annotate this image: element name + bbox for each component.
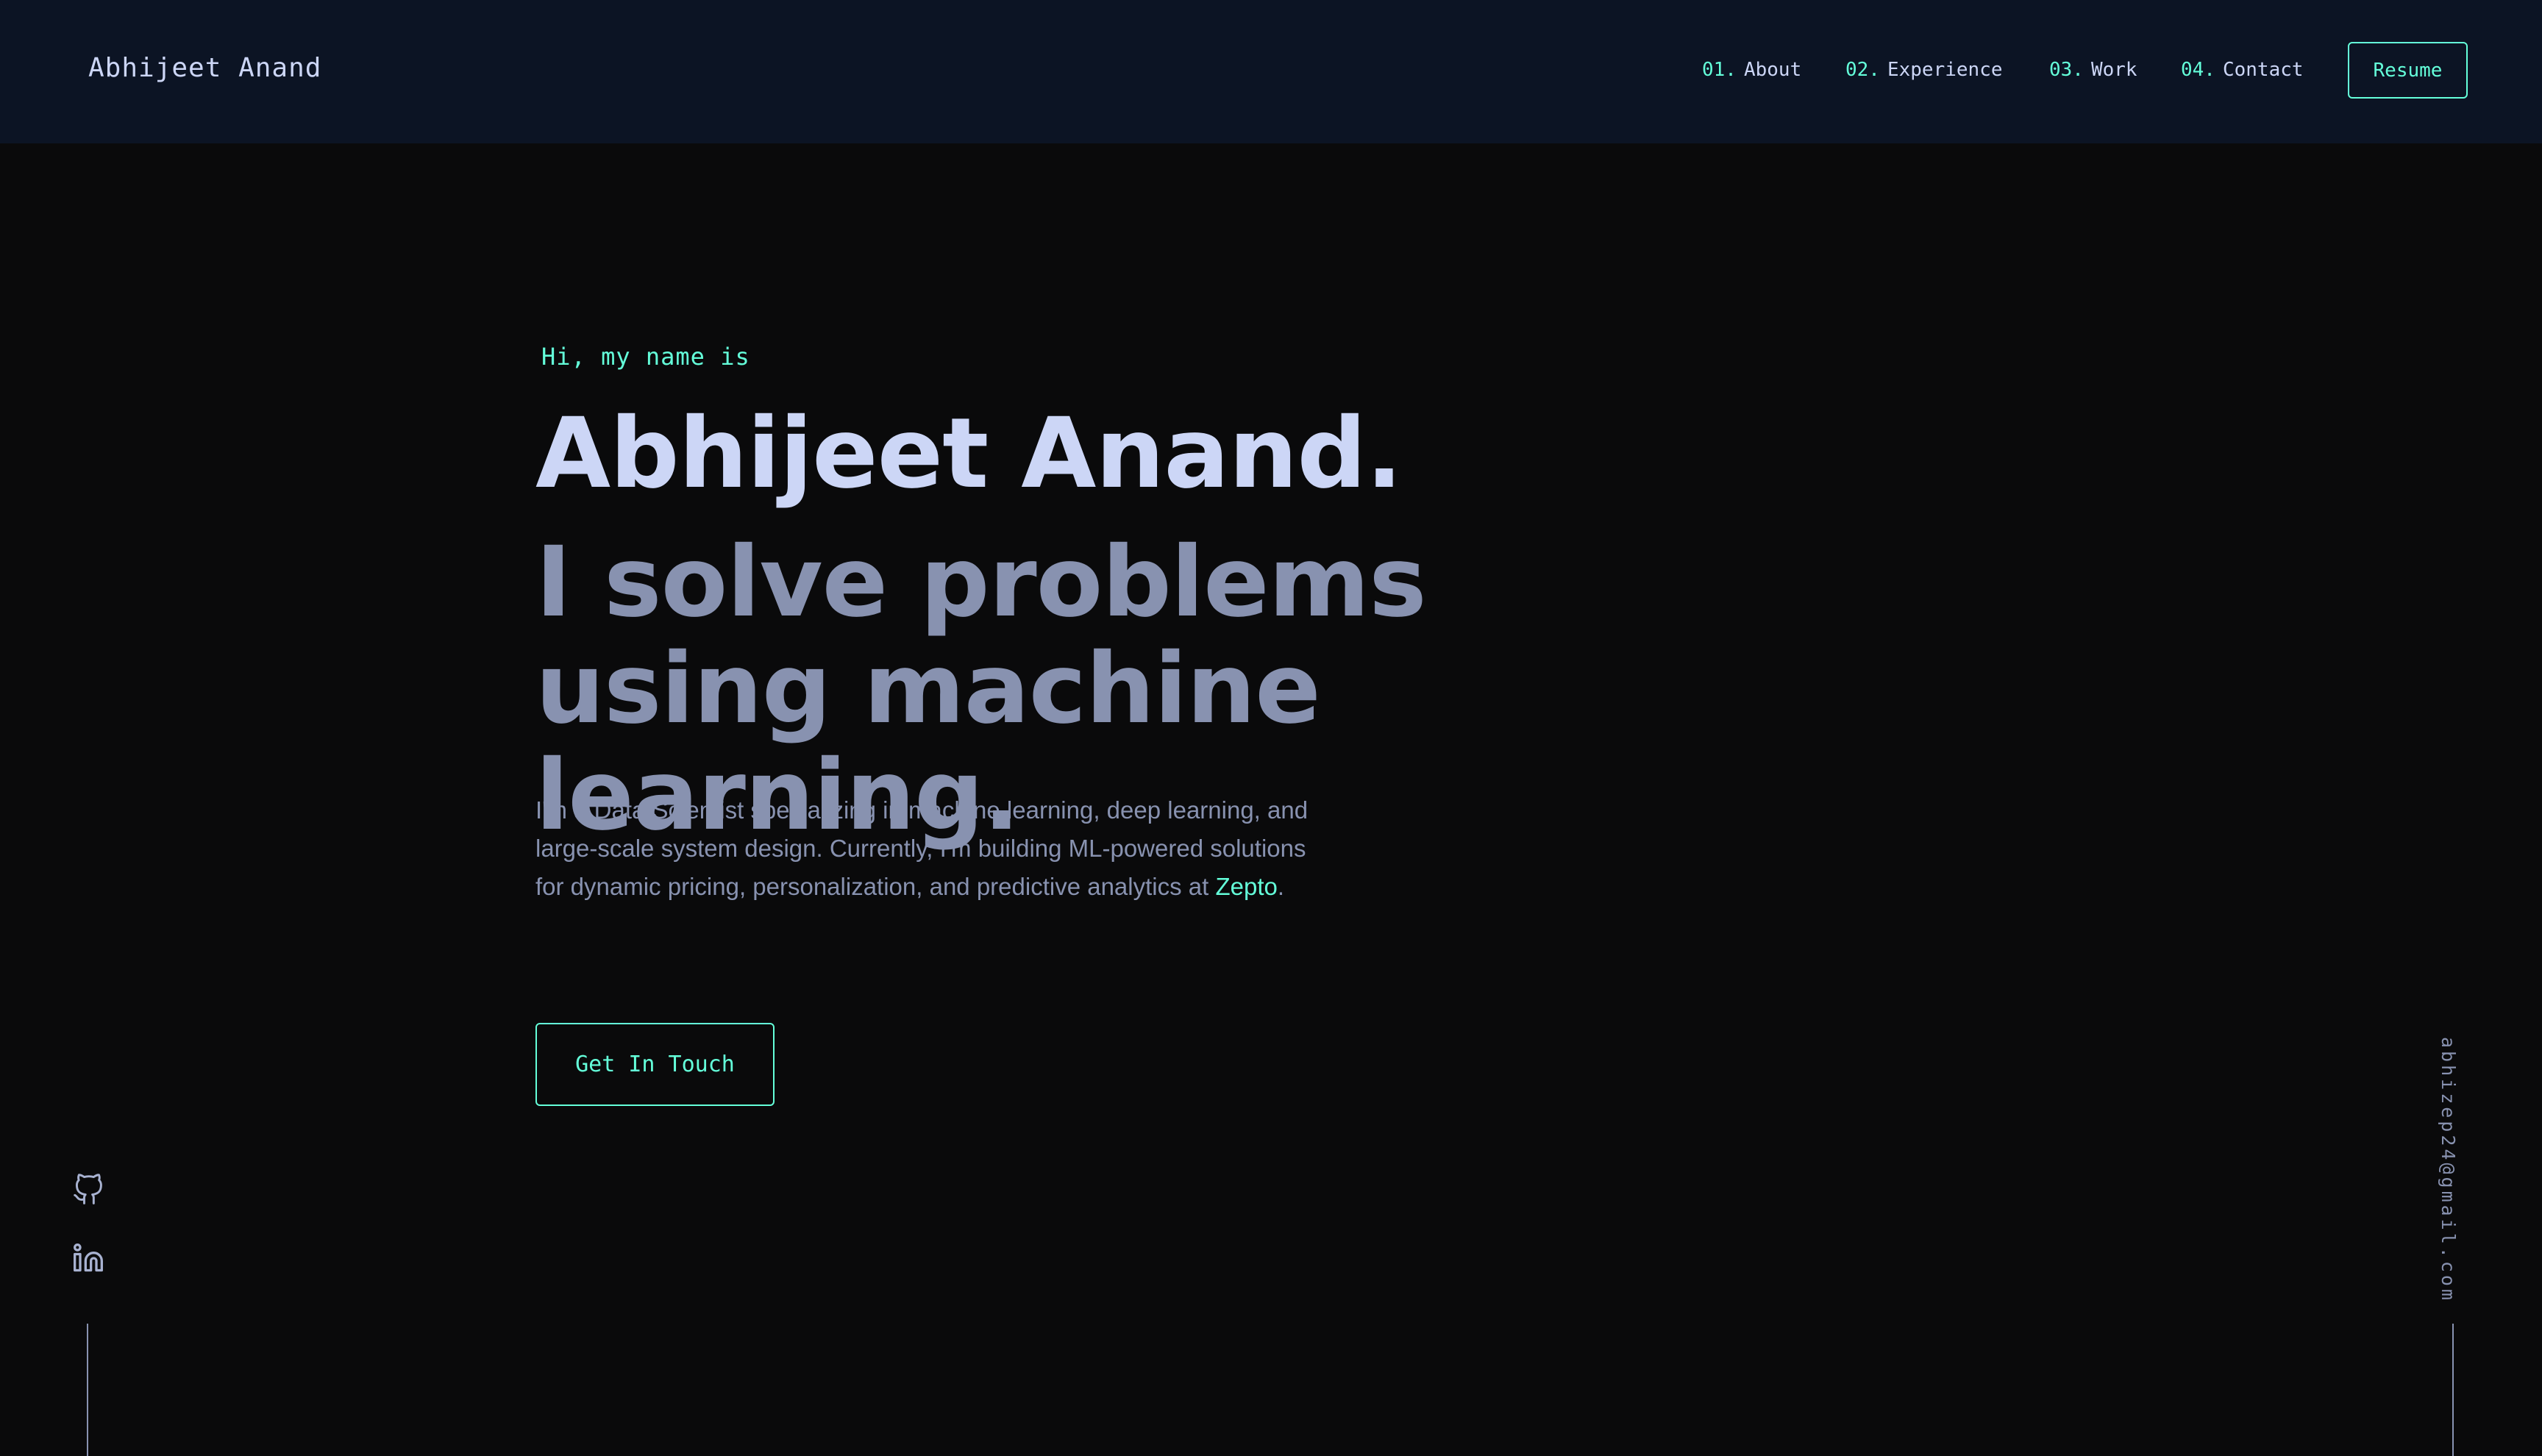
nav-contact-link[interactable]: 04. Contact xyxy=(2181,59,2304,81)
nav-label: About xyxy=(1743,59,1802,81)
email-link[interactable]: abhizep24@gmail.com xyxy=(2438,1037,2459,1303)
resume-button[interactable]: Resume xyxy=(2348,42,2468,99)
linkedin-icon[interactable] xyxy=(71,1241,106,1276)
nav-work-link[interactable]: 03. Work xyxy=(2049,59,2137,81)
nav-number: 04. xyxy=(2181,59,2215,81)
nav-label: Work xyxy=(2090,59,2137,81)
nav-number: 03. xyxy=(2049,59,2084,81)
bio-text: I'm a Data Scientist specializing in mac… xyxy=(535,796,1309,900)
github-icon[interactable] xyxy=(71,1172,106,1207)
nav-number: 01. xyxy=(1702,59,1737,81)
site-header: Abhijeet Anand 01. About 02. Experience … xyxy=(0,0,2542,143)
nav-about-link[interactable]: 01. About xyxy=(1702,59,1801,81)
hero-name: Abhijeet Anand. xyxy=(535,397,1403,510)
left-divider-line xyxy=(87,1324,88,1456)
nav-experience-link[interactable]: 02. Experience xyxy=(1845,59,2003,81)
email-sidebar: abhizep24@gmail.com xyxy=(2438,1037,2470,1303)
get-in-touch-button[interactable]: Get In Touch xyxy=(535,1023,775,1106)
bio-period: . xyxy=(1277,873,1285,900)
nav-label: Experience xyxy=(1887,59,2003,81)
hero-greeting: Hi, my name is xyxy=(541,343,750,371)
nav-number: 02. xyxy=(1845,59,1880,81)
nav-label: Contact xyxy=(2222,59,2304,81)
site-logo[interactable]: Abhijeet Anand xyxy=(88,53,321,83)
right-divider-line xyxy=(2452,1324,2454,1456)
hero-bio: I'm a Data Scientist specializing in mac… xyxy=(535,791,1315,906)
company-link[interactable]: Zepto xyxy=(1215,873,1277,900)
